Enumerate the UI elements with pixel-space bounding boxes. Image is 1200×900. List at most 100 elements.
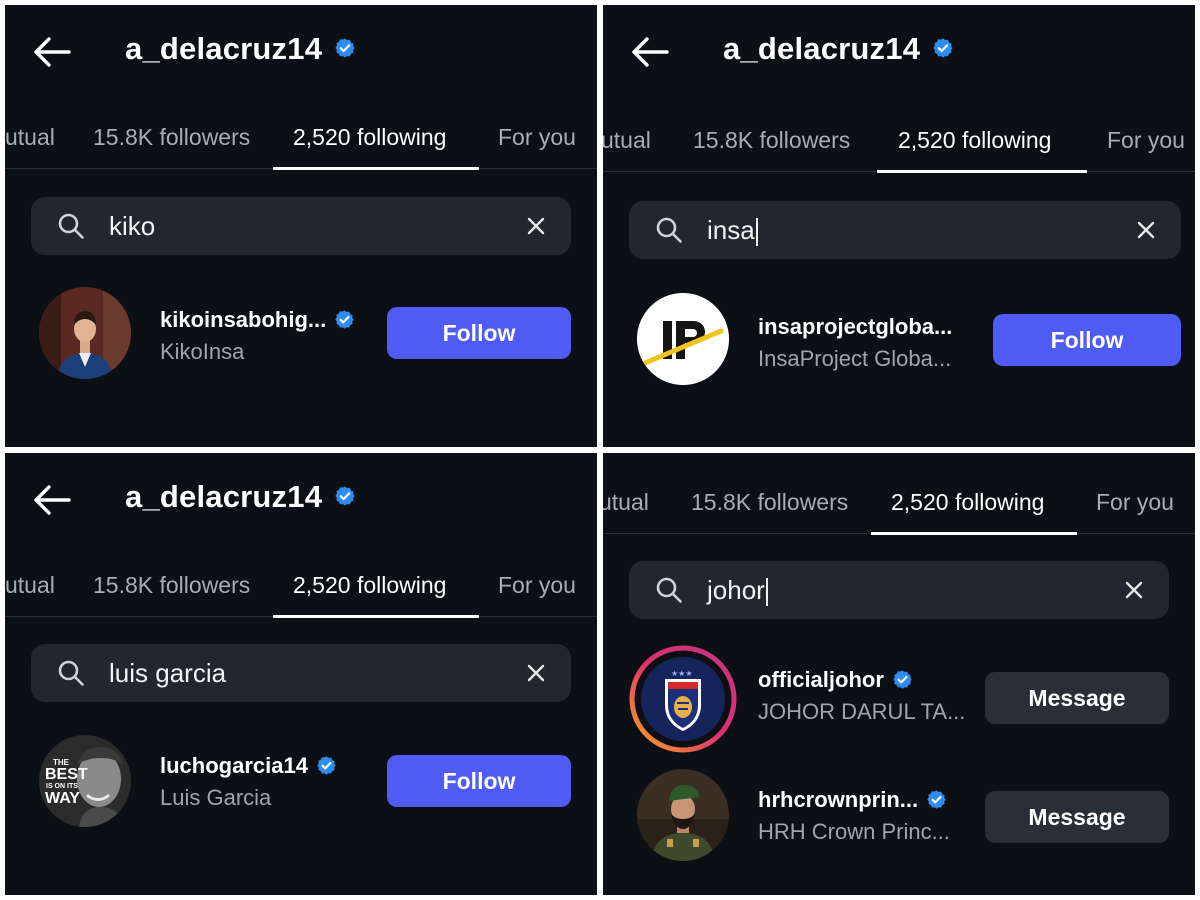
list-item[interactable]: hrhcrownprin... HRH Crown Princ... Messa… xyxy=(603,763,1195,863)
clear-search-icon[interactable] xyxy=(1123,579,1145,601)
active-tab-indicator xyxy=(273,615,479,618)
avatar[interactable]: ★★★ xyxy=(629,645,737,753)
tab-mutual[interactable]: utual xyxy=(603,111,651,169)
follow-button[interactable]: Follow xyxy=(387,755,571,807)
profile-header: a_delacruz14 xyxy=(603,5,1195,95)
clear-search-icon[interactable] xyxy=(1135,219,1157,241)
search-query-text: johor xyxy=(707,575,765,605)
verified-badge-icon xyxy=(316,755,337,776)
avatar[interactable] xyxy=(637,293,729,385)
tab-for-you[interactable]: For you xyxy=(1107,111,1185,169)
profile-title: a_delacruz14 xyxy=(125,31,356,67)
follow-button[interactable]: Follow xyxy=(387,307,571,359)
avatar-text-way: WAY xyxy=(45,790,80,807)
tab-following[interactable]: 2,520 following xyxy=(293,556,446,614)
verified-badge-icon xyxy=(932,37,954,59)
account-handle[interactable]: kikoinsabohig... xyxy=(160,305,355,335)
account-handle[interactable]: insaprojectgloba... xyxy=(758,312,952,342)
following-tabs: utual 15.8K followers 2,520 following Fo… xyxy=(5,556,597,618)
panel-following-search-johor: utual 15.8K followers 2,520 following Fo… xyxy=(603,453,1195,895)
text-cursor xyxy=(765,578,768,607)
tab-followers[interactable]: 15.8K followers xyxy=(691,473,848,531)
account-names: officialjohor JOHOR DARUL TA... xyxy=(758,665,965,727)
account-full-name: HRH Crown Princ... xyxy=(758,819,950,844)
search-input[interactable]: kiko xyxy=(31,197,571,255)
active-tab-indicator xyxy=(273,167,479,170)
handle-text: luchogarcia14 xyxy=(160,753,308,778)
verified-badge-icon xyxy=(334,485,356,507)
avatar[interactable] xyxy=(637,769,729,861)
list-item[interactable]: THE BEST IS ON ITS WAY luchogarcia14 Lui… xyxy=(5,731,597,831)
tab-following[interactable]: 2,520 following xyxy=(293,108,446,166)
search-input[interactable]: insa xyxy=(629,201,1181,259)
avatar[interactable]: THE BEST IS ON ITS WAY xyxy=(39,735,131,827)
search-icon xyxy=(655,216,683,244)
tab-mutual[interactable]: utual xyxy=(5,556,55,614)
verified-badge-icon xyxy=(334,309,355,330)
following-tabs: utual 15.8K followers 2,520 following Fo… xyxy=(603,111,1195,173)
following-tabs: utual 15.8K followers 2,520 following Fo… xyxy=(603,473,1195,535)
tab-followers[interactable]: 15.8K followers xyxy=(93,556,250,614)
verified-badge-icon xyxy=(334,37,356,59)
verified-badge-icon xyxy=(892,669,913,690)
tab-mutual[interactable]: utual xyxy=(603,473,649,531)
account-names: luchogarcia14 Luis Garcia xyxy=(160,751,337,813)
account-handle[interactable]: hrhcrownprin... xyxy=(758,785,950,815)
account-names: kikoinsabohig... KikoInsa xyxy=(160,305,355,367)
avatar[interactable] xyxy=(39,287,131,379)
handle-text: kikoinsabohig... xyxy=(160,307,327,332)
svg-text:★★★: ★★★ xyxy=(671,669,693,678)
list-item[interactable]: kikoinsabohig... KikoInsa Follow xyxy=(5,283,597,383)
panel-following-search-insa: a_delacruz14 utual 15.8K followers 2,520… xyxy=(603,5,1195,447)
back-arrow-icon[interactable] xyxy=(31,483,71,517)
search-query[interactable]: johor xyxy=(707,561,768,619)
tab-for-you[interactable]: For you xyxy=(498,108,576,166)
active-tab-indicator xyxy=(877,170,1087,173)
account-full-name: KikoInsa xyxy=(160,339,245,364)
tab-followers[interactable]: 15.8K followers xyxy=(93,108,250,166)
search-query[interactable]: luis garcia xyxy=(109,644,226,702)
account-full-name: InsaProject Globa... xyxy=(758,346,952,371)
search-query-text: insa xyxy=(707,215,755,245)
search-input[interactable]: luis garcia xyxy=(31,644,571,702)
account-full-name: JOHOR DARUL TA... xyxy=(758,699,966,724)
tab-for-you[interactable]: For you xyxy=(1096,473,1174,531)
profile-username: a_delacruz14 xyxy=(723,31,921,66)
search-input[interactable]: johor xyxy=(629,561,1169,619)
back-arrow-icon[interactable] xyxy=(31,35,71,69)
text-cursor xyxy=(755,218,758,247)
clear-search-icon[interactable] xyxy=(525,215,547,237)
profile-title: a_delacruz14 xyxy=(125,479,356,515)
handle-text: hrhcrownprin... xyxy=(758,787,919,812)
search-icon xyxy=(57,659,85,687)
account-handle[interactable]: luchogarcia14 xyxy=(160,751,337,781)
clear-search-icon[interactable] xyxy=(525,662,547,684)
account-names: hrhcrownprin... HRH Crown Princ... xyxy=(758,785,950,847)
verified-badge-icon xyxy=(926,789,947,810)
account-names: insaprojectgloba... InsaProject Globa... xyxy=(758,312,952,374)
search-query[interactable]: insa xyxy=(707,201,758,259)
avatar-text-best: BEST xyxy=(45,766,88,783)
following-tabs: utual 15.8K followers 2,520 following Fo… xyxy=(5,108,597,170)
follow-button[interactable]: Follow xyxy=(993,314,1181,366)
panel-following-search-kiko: a_delacruz14 utual 15.8K followers 2,520… xyxy=(5,5,597,447)
handle-text: officialjohor xyxy=(758,667,884,692)
back-arrow-icon[interactable] xyxy=(629,35,669,69)
profile-username: a_delacruz14 xyxy=(125,31,323,66)
tab-for-you[interactable]: For you xyxy=(498,556,576,614)
tab-following[interactable]: 2,520 following xyxy=(898,111,1051,169)
tab-following[interactable]: 2,520 following xyxy=(891,473,1044,531)
tab-mutual[interactable]: utual xyxy=(5,108,55,166)
message-button[interactable]: Message xyxy=(985,672,1169,724)
list-item[interactable]: ★★★ officialjohor JOHOR DARUL TA... Mess… xyxy=(603,643,1195,753)
account-handle[interactable]: officialjohor xyxy=(758,665,965,695)
list-item[interactable]: insaprojectgloba... InsaProject Globa...… xyxy=(603,289,1195,389)
avatar-text-is-on-its: IS ON ITS xyxy=(46,783,78,790)
message-button[interactable]: Message xyxy=(985,791,1169,843)
profile-header: a_delacruz14 xyxy=(5,453,597,543)
profile-title: a_delacruz14 xyxy=(723,31,954,67)
search-query[interactable]: kiko xyxy=(109,197,155,255)
tab-followers[interactable]: 15.8K followers xyxy=(693,111,850,169)
search-icon xyxy=(57,212,85,240)
profile-username: a_delacruz14 xyxy=(125,479,323,514)
